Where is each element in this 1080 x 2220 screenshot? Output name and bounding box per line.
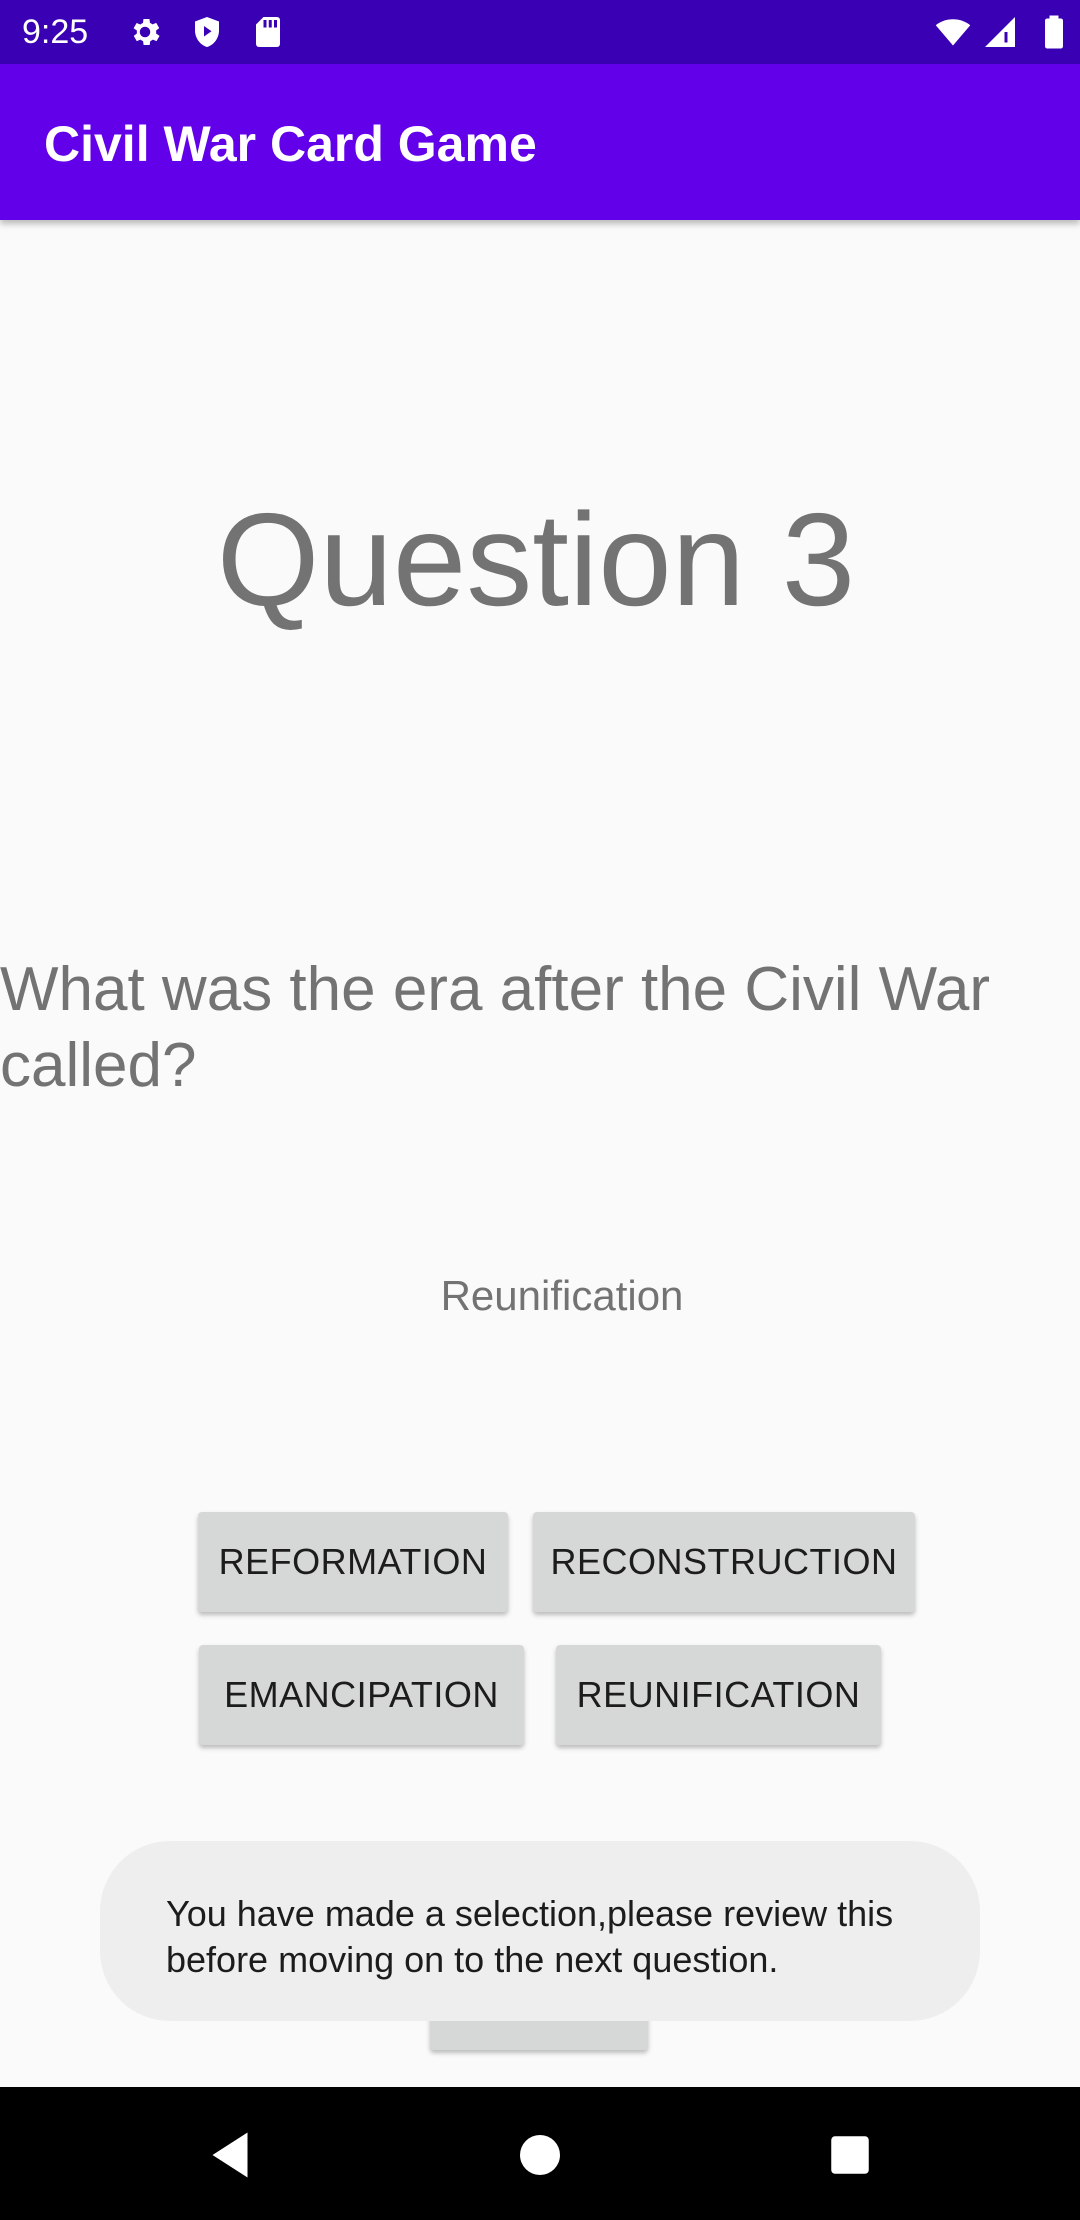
sd-card-icon [250, 14, 286, 50]
toast-message: You have made a selection,please review … [100, 1841, 980, 2021]
home-icon[interactable] [510, 2125, 570, 2185]
battery-icon [1036, 14, 1072, 50]
app-bar: Civil War Card Game [0, 64, 1080, 220]
question-number: Question 3 [216, 486, 856, 633]
status-bar: 9:25 [0, 0, 1080, 64]
app-title: Civil War Card Game [44, 116, 537, 172]
answer-button-reunification[interactable]: REUNIFICATION [556, 1645, 881, 1745]
cell-signal-icon [982, 14, 1018, 50]
answer-button-reformation[interactable]: REFORMATION [198, 1512, 508, 1612]
recents-icon[interactable] [820, 2125, 880, 2185]
answer-button-emancipation[interactable]: EMANCIPATION [199, 1645, 524, 1745]
selected-answer-label: Reunification [440, 1272, 684, 1319]
status-time: 9:25 [22, 13, 89, 51]
question-text: What was the era after the Civil War cal… [0, 955, 991, 1100]
answer-button-reconstruction[interactable]: RECONSTRUCTION [533, 1512, 915, 1612]
wifi-icon [935, 14, 971, 50]
shield-icon [189, 14, 225, 50]
nav-bar [0, 2087, 1080, 2220]
gear-icon [127, 14, 163, 50]
back-icon[interactable] [200, 2125, 260, 2185]
